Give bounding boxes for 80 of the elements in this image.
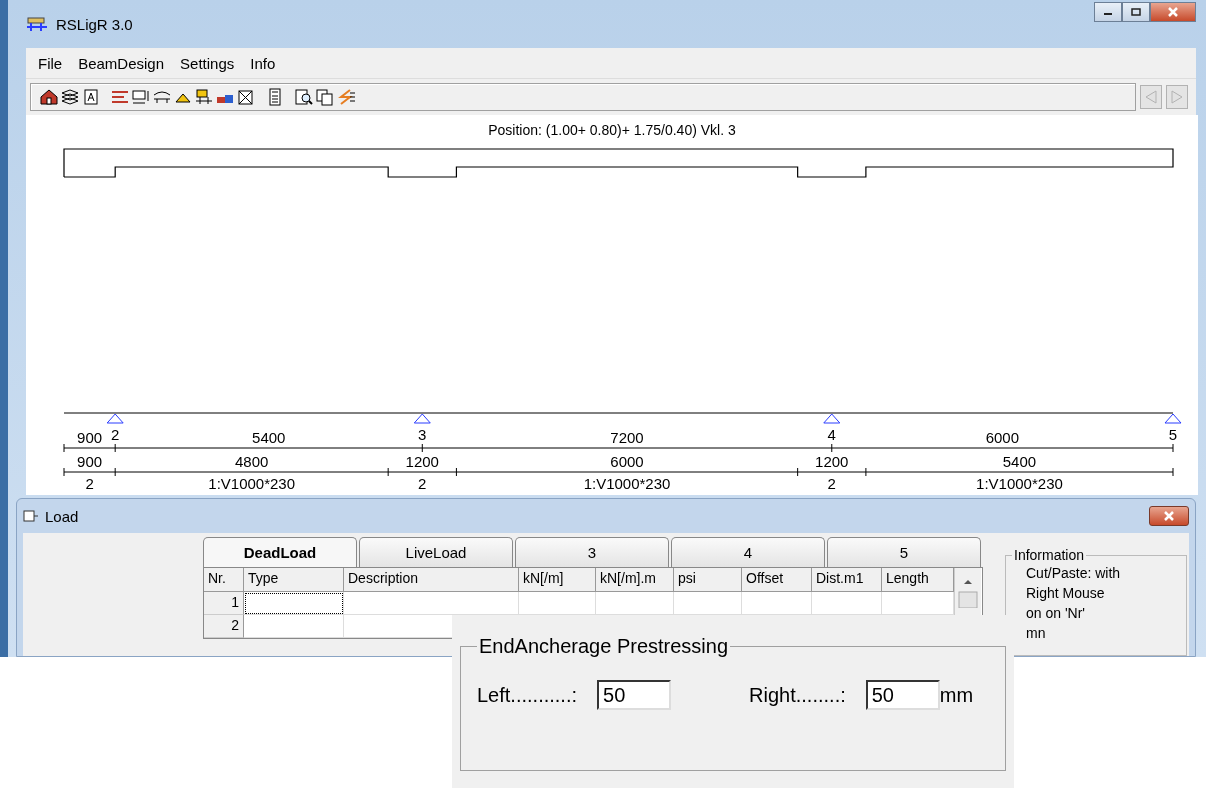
left-field[interactable]: 50 (597, 680, 672, 710)
row-number[interactable]: 1 (204, 592, 244, 615)
column-header[interactable]: Dist.m1 (812, 568, 882, 592)
tab[interactable]: 3 (515, 537, 669, 567)
column-header[interactable]: psi (674, 568, 742, 592)
column-header[interactable]: kN[/m] (519, 568, 596, 592)
window-icon (23, 509, 39, 523)
maximize-icon (1131, 8, 1141, 16)
table-cell[interactable] (244, 615, 344, 638)
information-text: on on 'Nr' (1026, 604, 1087, 623)
menu-item[interactable]: Info (242, 52, 284, 74)
span-length: 900 (77, 429, 103, 446)
row-number[interactable]: 2 (204, 615, 244, 638)
right-triangle-icon (1170, 90, 1184, 104)
close-icon (1167, 6, 1179, 18)
span-length: 6000 (985, 429, 1020, 446)
preview-icon[interactable] (294, 87, 314, 107)
position-label: Position: (1.00+ 0.80)+ 1.75/0.40) Vkl. 3 (488, 122, 736, 138)
information-title: Information (1013, 547, 1086, 563)
support-triangle (413, 413, 431, 424)
support-label: 5 (1168, 426, 1178, 443)
frame-icon[interactable] (131, 87, 151, 107)
window-title: Load (45, 507, 79, 525)
segment-length: 6000 (610, 453, 644, 470)
table-cell[interactable] (244, 592, 344, 615)
right-label: Right........: (749, 683, 846, 707)
information-text: mn (1026, 624, 1047, 643)
structure-icon[interactable] (194, 87, 214, 107)
minimize-button[interactable] (1094, 2, 1122, 22)
close-icon (1163, 510, 1175, 522)
unit-label: mm (939, 683, 974, 707)
segment-length: 4800 (235, 453, 269, 470)
column-header[interactable]: Nr. (204, 568, 244, 592)
menu-item[interactable]: BeamDesign (70, 52, 173, 74)
support-label: 2 (111, 426, 120, 443)
column-header[interactable]: kN[/m].m (596, 568, 674, 592)
tab[interactable]: 4 (671, 537, 825, 567)
span-length: 5400 (252, 429, 286, 446)
span-length: 7200 (610, 429, 644, 446)
tab[interactable]: DeadLoad (203, 537, 357, 567)
support-triangle (106, 413, 124, 424)
left-triangle-icon (1144, 90, 1158, 104)
column-header[interactable]: Length (882, 568, 954, 592)
support-number: 2 (418, 475, 427, 492)
document-icon[interactable] (81, 87, 101, 107)
crossed-box-icon[interactable] (236, 87, 256, 107)
support-triangle (1164, 413, 1182, 424)
layers-icon[interactable] (60, 87, 80, 107)
copy-icon[interactable] (315, 87, 335, 107)
close-button[interactable] (1150, 2, 1196, 22)
section-label: 1:V1000*230 (583, 475, 671, 492)
beam-app-icon (26, 15, 48, 33)
information-text: Cut/Paste: with (1026, 564, 1122, 583)
left-label: Left...........: (477, 683, 578, 707)
close-button[interactable] (1149, 506, 1189, 526)
segment-length: 900 (77, 453, 103, 470)
right-field[interactable]: 50 (865, 680, 940, 710)
column-header[interactable]: Type (244, 568, 344, 592)
segment-length: 1200 (405, 453, 439, 470)
menu-item[interactable]: Settings (172, 52, 243, 74)
section-label: 1:V1000*230 (208, 475, 296, 492)
tab[interactable]: 5 (827, 537, 981, 567)
maximize-button[interactable] (1122, 2, 1150, 22)
information-text: Right Mouse (1026, 584, 1106, 603)
support-number: 2 (827, 475, 836, 492)
window-title: RSLigR 3.0 (56, 15, 133, 33)
support-triangle (823, 413, 841, 424)
house-icon[interactable] (39, 87, 59, 107)
menu-item[interactable]: File (30, 52, 71, 74)
support-label: 3 (418, 426, 427, 443)
sigma-icon[interactable] (336, 87, 356, 107)
group-title: EndAncherage Prestressing (478, 635, 730, 658)
support-label: 4 (827, 426, 836, 443)
segment-length: 1200 (815, 453, 849, 470)
support-number: 2 (85, 475, 94, 492)
column-header[interactable]: Offset (742, 568, 812, 592)
segment-length: 5400 (1002, 453, 1037, 470)
column-header[interactable]: Description (344, 568, 519, 592)
section-label: 1:V1000*230 (976, 475, 1063, 492)
tab[interactable]: LiveLoad (359, 537, 513, 567)
